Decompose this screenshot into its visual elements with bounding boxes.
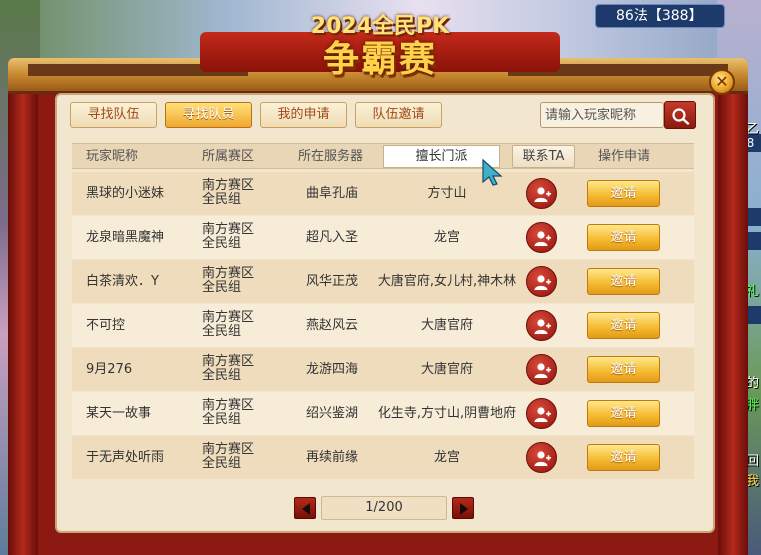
close-icon: ✕ <box>715 72 729 91</box>
invite-button[interactable]: 邀请 <box>587 224 660 251</box>
invite-button[interactable]: 邀请 <box>587 444 660 471</box>
add-friend-icon <box>534 275 551 290</box>
zone-group: 全民组 <box>202 280 242 295</box>
zone-region: 南方赛区 <box>202 442 255 457</box>
contact-button[interactable] <box>526 442 557 473</box>
header-name: 玩家昵称 <box>86 149 139 164</box>
next-page-button[interactable] <box>452 497 474 519</box>
player-sect: 大唐官府 <box>420 362 473 377</box>
zone-region: 南方赛区 <box>202 266 255 281</box>
add-friend-icon <box>534 231 551 246</box>
table-row: 龙泉暗黑魔神 南方赛区 全民组 超凡入圣 龙宫 邀请 <box>72 216 694 259</box>
close-button[interactable]: ✕ <box>709 69 735 95</box>
search-icon <box>672 108 690 125</box>
next-page-icon <box>460 503 468 515</box>
player-name: 黑球的小迷妹 <box>86 186 165 201</box>
tab-my-applications[interactable]: 我的申请 <box>260 102 347 128</box>
invite-button[interactable]: 邀请 <box>587 312 660 339</box>
player-zone: 南方赛区 全民组 <box>202 399 254 427</box>
event-title-main: 争霸赛 <box>322 39 437 80</box>
table-row: 某天一故事 南方赛区 全民组 绍兴鉴湖 化生寺,方寸山,阴曹地府 邀请 <box>72 392 694 435</box>
tab-find-member[interactable]: 寻找队员 <box>165 102 252 128</box>
player-sect: 龙宫 <box>433 450 460 465</box>
table-row: 不可控 南方赛区 全民组 燕赵风云 大唐官府 邀请 <box>72 304 694 347</box>
contact-button[interactable] <box>526 354 557 385</box>
contact-button[interactable] <box>526 266 557 297</box>
header-zone: 所属赛区 <box>202 149 255 164</box>
player-zone: 南方赛区 全民组 <box>202 267 254 295</box>
zone-group: 全民组 <box>202 412 242 427</box>
player-name: 白茶清欢．Y <box>86 274 159 289</box>
zone-region: 南方赛区 <box>202 398 255 413</box>
prev-page-button[interactable] <box>294 497 316 519</box>
zone-group: 全民组 <box>202 368 242 383</box>
tab-team-invites[interactable]: 队伍邀请 <box>355 102 442 128</box>
add-friend-icon <box>534 451 551 466</box>
player-zone: 南方赛区 全民组 <box>202 311 254 339</box>
contact-button[interactable] <box>526 310 557 341</box>
zone-group: 全民组 <box>202 324 242 339</box>
header-contact[interactable]: 联系TA <box>512 145 575 168</box>
left-pillar <box>8 94 38 555</box>
tab-find-team[interactable]: 寻找队伍 <box>70 102 157 128</box>
player-name: 9月276 <box>86 362 133 377</box>
page-indicator: 1/200 <box>321 496 447 520</box>
zone-region: 南方赛区 <box>202 222 255 237</box>
table-row: 黑球的小迷妹 南方赛区 全民组 曲阜孔庙 方寸山 邀请 <box>72 172 694 215</box>
header-server: 所在服务器 <box>298 149 364 164</box>
player-sect: 龙宫 <box>433 230 460 245</box>
zone-region: 南方赛区 <box>202 178 255 193</box>
player-zone: 南方赛区 全民组 <box>202 355 254 383</box>
add-friend-icon <box>534 363 551 378</box>
contact-button[interactable] <box>526 222 557 253</box>
player-sect: 大唐官府,女儿村,神木林 <box>377 274 517 289</box>
player-zone: 南方赛区 全民组 <box>202 223 254 251</box>
player-name: 于无声处听雨 <box>86 450 165 465</box>
player-zone: 南方赛区 全民组 <box>202 443 254 471</box>
player-name: 龙泉暗黑魔神 <box>86 230 165 245</box>
search-button[interactable] <box>664 101 696 129</box>
zone-region: 南方赛区 <box>202 310 255 325</box>
table-row: 于无声处听雨 南方赛区 全民组 再续前缘 龙宫 邀请 <box>72 436 694 479</box>
mouse-cursor-icon <box>482 158 503 186</box>
zone-group: 全民组 <box>202 236 242 251</box>
header-action: 操作申请 <box>598 149 651 164</box>
contact-button[interactable] <box>526 398 557 429</box>
player-name: 某天一故事 <box>86 406 152 421</box>
add-friend-icon <box>534 319 551 334</box>
player-badge: 86法【388】 <box>595 4 725 28</box>
invite-button[interactable]: 邀请 <box>587 356 660 383</box>
event-title: 2024全民PK 争霸赛 <box>270 0 490 90</box>
invite-button[interactable]: 邀请 <box>587 268 660 295</box>
prev-page-icon <box>302 503 310 515</box>
right-pillar <box>718 94 748 555</box>
table-row: 白茶清欢．Y 南方赛区 全民组 风华正茂 大唐官府,女儿村,神木林 邀请 <box>72 260 694 303</box>
table-header: 玩家昵称 所属赛区 所在服务器 擅长门派 联系TA 操作申请 <box>72 143 694 169</box>
add-friend-icon <box>534 187 551 202</box>
table-row: 9月276 南方赛区 全民组 龙游四海 大唐官府 邀请 <box>72 348 694 391</box>
player-sect: 大唐官府 <box>420 318 473 333</box>
zone-group: 全民组 <box>202 456 242 471</box>
contact-button[interactable] <box>526 178 557 209</box>
player-name: 不可控 <box>86 318 126 333</box>
player-zone: 南方赛区 全民组 <box>202 179 254 207</box>
player-sect: 化生寺,方寸山,阴曹地府 <box>377 406 517 421</box>
player-search-input[interactable] <box>540 102 664 128</box>
invite-button[interactable]: 邀请 <box>587 400 660 427</box>
player-list: 黑球的小迷妹 南方赛区 全民组 曲阜孔庙 方寸山 邀请 龙泉暗黑魔神 南方赛区 全民… <box>72 172 694 480</box>
add-friend-icon <box>534 407 551 422</box>
zone-group: 全民组 <box>202 192 242 207</box>
invite-button[interactable]: 邀请 <box>587 180 660 207</box>
zone-region: 南方赛区 <box>202 354 255 369</box>
